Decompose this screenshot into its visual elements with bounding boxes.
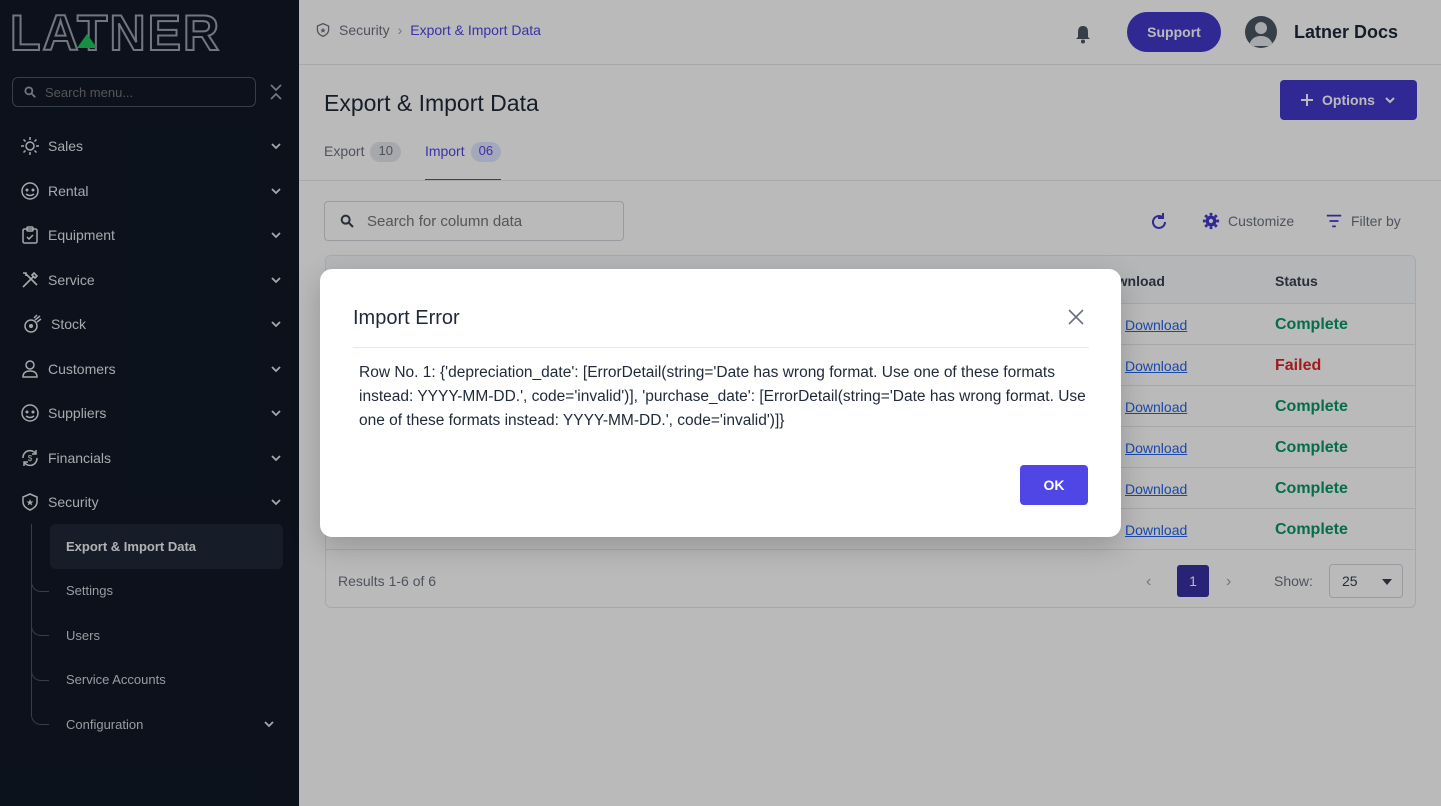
error-message: Row No. 1: {'depreciation_date': [ErrorD… <box>359 364 1086 429</box>
ok-button[interactable]: OK <box>1020 465 1088 505</box>
close-icon[interactable] <box>1066 307 1086 327</box>
import-error-dialog: Import Error Row No. 1: {'depreciation_d… <box>320 269 1121 537</box>
modal-divider <box>353 347 1089 348</box>
modal-title: Import Error <box>353 307 460 329</box>
